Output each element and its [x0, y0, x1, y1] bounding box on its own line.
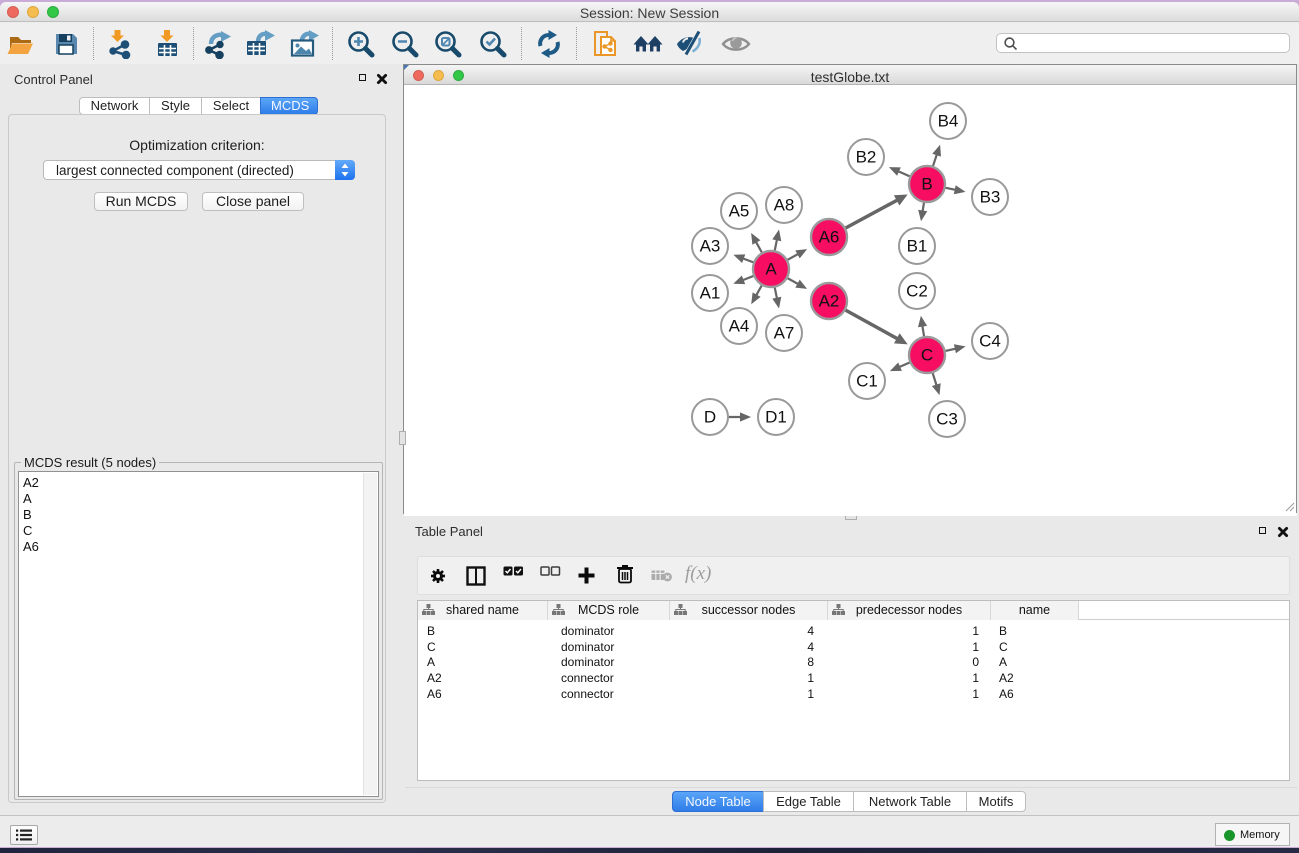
svg-text:B: B — [921, 175, 932, 194]
svg-text:B4: B4 — [938, 112, 959, 131]
svg-text:B1: B1 — [907, 237, 928, 256]
svg-text:D: D — [704, 408, 716, 427]
svg-text:C3: C3 — [936, 410, 958, 429]
svg-text:A8: A8 — [774, 196, 795, 215]
svg-text:A1: A1 — [700, 284, 721, 303]
svg-text:B2: B2 — [856, 148, 877, 167]
svg-text:C1: C1 — [856, 372, 878, 391]
svg-text:A3: A3 — [700, 237, 721, 256]
svg-text:D1: D1 — [765, 408, 787, 427]
svg-text:C2: C2 — [906, 282, 928, 301]
svg-text:A4: A4 — [729, 317, 750, 336]
svg-text:A7: A7 — [774, 324, 795, 343]
svg-text:A5: A5 — [729, 202, 750, 221]
svg-text:A: A — [765, 260, 777, 279]
svg-text:A2: A2 — [819, 292, 840, 311]
svg-text:B3: B3 — [980, 188, 1001, 207]
svg-text:C: C — [921, 346, 933, 365]
svg-text:A6: A6 — [819, 228, 840, 247]
svg-text:C4: C4 — [979, 332, 1001, 351]
